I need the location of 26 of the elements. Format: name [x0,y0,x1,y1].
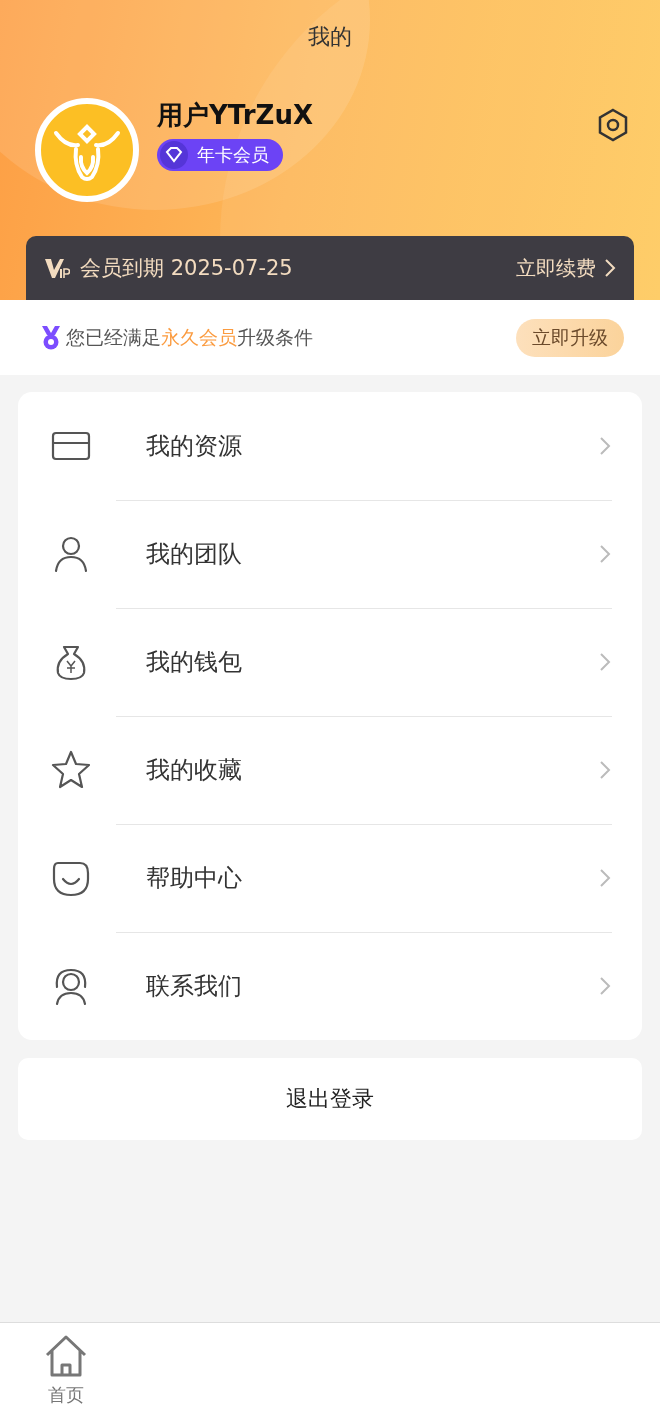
logout-button[interactable]: 退出登录 [18,1058,642,1140]
chevron-icon [598,867,612,889]
chevron-icon [604,258,616,278]
badge-label: 年卡会员 [197,142,269,167]
menu-item[interactable]: 我的收藏 [50,716,612,824]
menu-item[interactable]: 我的钱包 [50,608,612,716]
menu-item[interactable]: 我的资源 [50,392,612,500]
page-title: 我的 [307,23,353,51]
medal-icon [40,324,62,351]
expiry-text: 会员到期 2025-07-25 [80,255,294,282]
settings-icon[interactable] [596,108,630,142]
chevron-icon [598,435,612,457]
chevron-icon [598,975,612,997]
vip-icon [44,256,70,280]
chevron-icon [598,651,612,673]
renew-button[interactable]: 立即续费 [516,254,616,282]
username: 用户YTrZuX [157,98,314,132]
chevron-icon [598,759,612,781]
upgrade-notice: 您已经满足永久会员升级条件 [66,324,314,350]
upgrade-button[interactable]: 立即升级 [516,318,624,357]
menu-item[interactable]: 联系我们 [50,932,612,1040]
star-icon [50,749,92,791]
menu-item[interactable]: 帮助中心 [50,824,612,932]
tab[interactable]: 首页 [0,1323,132,1417]
chevron-icon [598,543,612,565]
menu-item[interactable]: 我的团队 [50,500,612,608]
